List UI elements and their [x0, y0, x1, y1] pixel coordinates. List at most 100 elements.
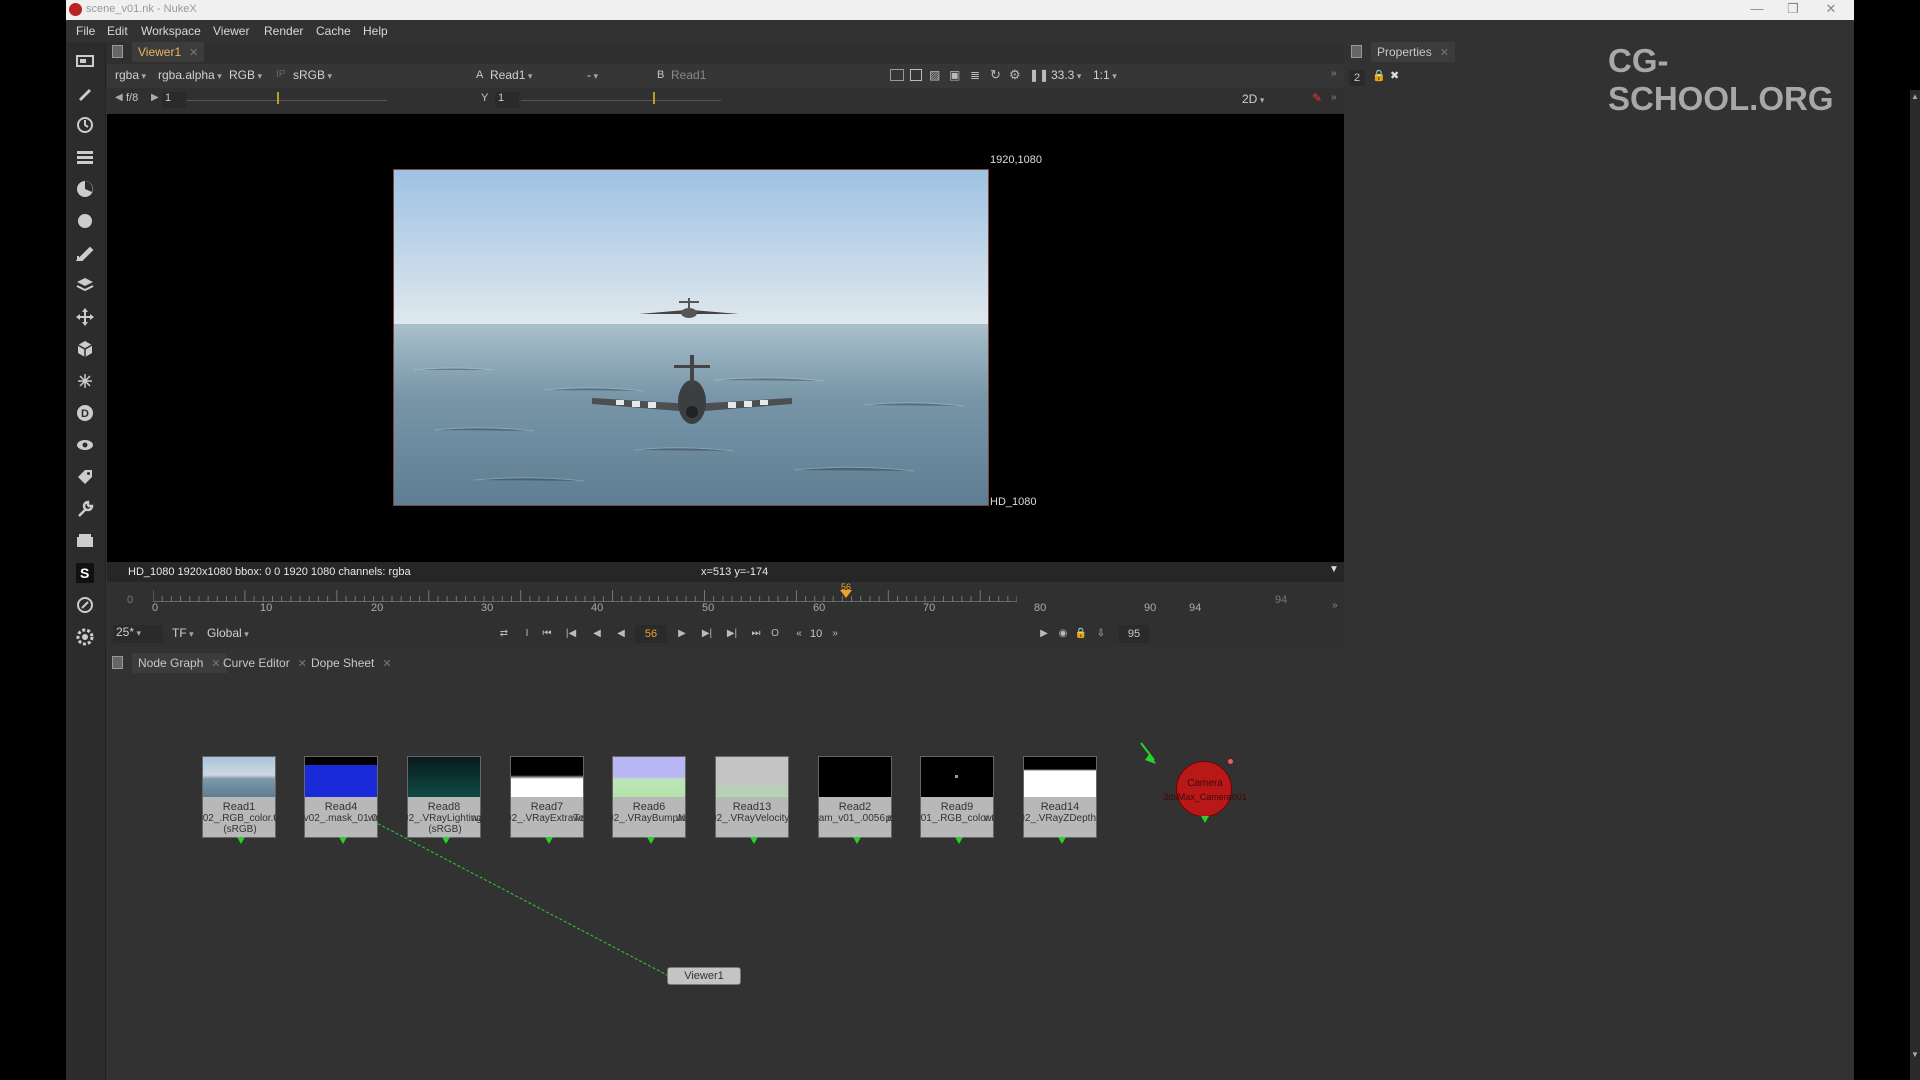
alpha-channel-dropdown[interactable]: rgba.alpha	[158, 68, 222, 82]
channel-tools-icon[interactable]	[74, 146, 96, 168]
menu-render[interactable]: Render	[264, 24, 303, 38]
next-keyframe-icon[interactable]: ▶|	[724, 626, 740, 642]
increment-field[interactable]: 10	[810, 628, 822, 640]
timeline-ruler[interactable]	[152, 590, 1018, 602]
node-output-arrow[interactable]	[853, 837, 861, 844]
timeline-end-field[interactable]: 94	[1275, 594, 1287, 606]
read-node-read9[interactable]: Read9 plane_v01_.RGB_color.0056.exr	[886, 756, 1030, 844]
tf-dropdown[interactable]: TF	[172, 626, 194, 640]
menu-viewer[interactable]: Viewer	[213, 24, 249, 38]
camera-output-arrow[interactable]	[1201, 816, 1209, 823]
furnace-icon[interactable]	[74, 594, 96, 616]
properties-scrollbar[interactable]: ▲ ▼	[1910, 90, 1920, 1080]
read-node-read6[interactable]: Read6 water_v02_.VRayBumpNormals.0056.ex…	[573, 756, 727, 844]
timeline[interactable]: 0 0 10 20 30 40 50 60 70 80 90 94 56 94 …	[107, 582, 1344, 622]
read-node-read7[interactable]: Read7 water_v02_.VRayExtraTex_AO.0056.ex…	[471, 756, 625, 844]
other-tools-icon[interactable]	[74, 530, 96, 552]
node-output-arrow[interactable]	[1058, 837, 1066, 844]
lock-icon[interactable]: 🔒	[1073, 626, 1089, 642]
read-node-read2[interactable]: Read2 foam_v01_.0056.exr	[810, 756, 902, 844]
3d-tools-icon[interactable]	[74, 338, 96, 360]
viewer-node[interactable]: Viewer1	[667, 967, 741, 985]
minimize-button[interactable]: —	[1742, 1, 1772, 19]
a-input-dropdown[interactable]: Read1	[490, 68, 532, 82]
menu-edit[interactable]: Edit	[107, 24, 128, 38]
proxy-dropdown[interactable]: 1:1	[1093, 68, 1133, 82]
end-frame-field[interactable]: 95	[1119, 625, 1149, 643]
menu-file[interactable]: File	[76, 24, 95, 38]
play-forward-icon[interactable]: ▶	[674, 626, 690, 642]
settings-gear-icon[interactable]	[74, 626, 96, 648]
tab-node-graph[interactable]: Node Graph ✕	[132, 653, 227, 673]
merge-tools-icon[interactable]	[74, 274, 96, 296]
range-mode-dropdown[interactable]: Global	[207, 626, 249, 640]
fstop-increment-icon[interactable]: ▶	[151, 92, 159, 103]
shotgun-icon[interactable]: S	[74, 562, 96, 584]
read-node-read14[interactable]: Read14 water_v02_.VRayZDepth.0056.exr	[984, 756, 1138, 844]
max-panels-field[interactable]: 2	[1349, 70, 1365, 86]
keyer-tools-icon[interactable]	[74, 242, 96, 264]
prev-keyframe-icon[interactable]: |◀	[563, 626, 579, 642]
tab-curve-editor[interactable]: Curve Editor ✕	[217, 653, 313, 673]
timeline-start-field[interactable]: 0	[127, 594, 133, 606]
tab-viewer1[interactable]: Viewer1 ✕	[132, 42, 205, 62]
views-tools-icon[interactable]	[74, 434, 96, 456]
flipbook-icon[interactable]: ▶	[1036, 626, 1052, 642]
draw-tools-icon[interactable]	[74, 82, 96, 104]
graph-panel-menu-icon[interactable]	[112, 656, 123, 669]
particles-tools-icon[interactable]	[74, 370, 96, 392]
current-frame-field[interactable]: 56	[635, 625, 667, 643]
view-mode-dropdown[interactable]: 2D	[1242, 92, 1302, 106]
pause-icon[interactable]: ❚❚	[1029, 68, 1049, 82]
pin-icon[interactable]: 🔒	[1372, 69, 1386, 82]
close-tab-icon[interactable]: ✕	[1440, 47, 1449, 59]
clipping-icon[interactable]: ≣	[970, 68, 980, 82]
read-node-read13[interactable]: Read13 water_v02_.VRayVelocity.0056.exr	[676, 756, 830, 844]
close-tab-icon[interactable]: ✕	[382, 658, 391, 670]
in-point-icon[interactable]: I	[519, 626, 535, 642]
zoom-dropdown[interactable]: 33.3	[1051, 68, 1081, 82]
read-node-read4[interactable]: Read4 water_v02_.mask_01.0056.exr	[274, 756, 410, 844]
gain-slider-handle[interactable]	[277, 92, 279, 104]
safe-area-icon[interactable]	[910, 69, 922, 81]
node-output-arrow[interactable]	[339, 837, 347, 844]
tab-dope-sheet[interactable]: Dope Sheet ✕	[305, 653, 398, 673]
node-output-arrow[interactable]	[442, 837, 450, 844]
image-tools-icon[interactable]	[74, 50, 96, 72]
props-panel-menu-icon[interactable]	[1351, 45, 1362, 58]
skip-back-icon[interactable]: «	[791, 626, 807, 642]
node-output-arrow[interactable]	[750, 837, 758, 844]
maximize-button[interactable]: ❐	[1778, 1, 1808, 19]
play-backward-icon[interactable]: ◀	[613, 626, 629, 642]
refresh-icon[interactable]: ↻	[990, 67, 1001, 83]
close-button[interactable]: ✕	[1816, 1, 1846, 19]
metadata-tools-icon[interactable]	[74, 466, 96, 488]
close-tab-icon[interactable]: ✕	[189, 47, 198, 59]
timeline-expand-icon[interactable]: »	[1332, 600, 1338, 611]
compare-mode-dropdown[interactable]: -	[587, 68, 647, 82]
gamma-field[interactable]: 1	[495, 92, 519, 108]
menu-help[interactable]: Help	[363, 24, 388, 38]
loop-mode-icon[interactable]: ⇄	[496, 626, 512, 642]
record-icon[interactable]: ◉	[1055, 626, 1071, 642]
filter-tools-icon[interactable]	[74, 210, 96, 232]
menu-workspace[interactable]: Workspace	[141, 24, 201, 38]
scroll-down-icon[interactable]: ▼	[1911, 1050, 1919, 1059]
viewer-canvas[interactable]: 1920,1080 HD_1080	[107, 114, 1344, 562]
tab-properties[interactable]: Properties ✕	[1371, 42, 1455, 62]
node-graph-canvas[interactable]: Read1 water_v02_.RGB_color.0056.exr (sRG…	[107, 675, 1344, 1080]
read-node-read8[interactable]: Read8 water_v02_.VRayLighting.0056.exr (…	[368, 756, 522, 844]
fps-dropdown[interactable]: 25*	[113, 625, 163, 643]
last-frame-icon[interactable]: ⏭	[748, 626, 764, 642]
export-icon[interactable]: ⇩	[1093, 626, 1109, 642]
paint-pick-icon[interactable]: ✎	[1312, 91, 1322, 105]
time-tools-icon[interactable]	[74, 114, 96, 136]
update-icon[interactable]: ⚙	[1009, 67, 1021, 83]
gamma-slider[interactable]	[521, 100, 721, 101]
camera-node[interactable]: Camera 3dsMax_Camera001	[1163, 759, 1247, 823]
clear-panels-icon[interactable]: ✖	[1390, 69, 1399, 82]
display-channel-dropdown[interactable]: RGB	[229, 68, 262, 82]
prev-frame-icon[interactable]: ◀	[589, 626, 605, 642]
wipe-icon[interactable]: ▨	[929, 68, 940, 82]
next-frame-icon[interactable]: ▶|	[699, 626, 715, 642]
